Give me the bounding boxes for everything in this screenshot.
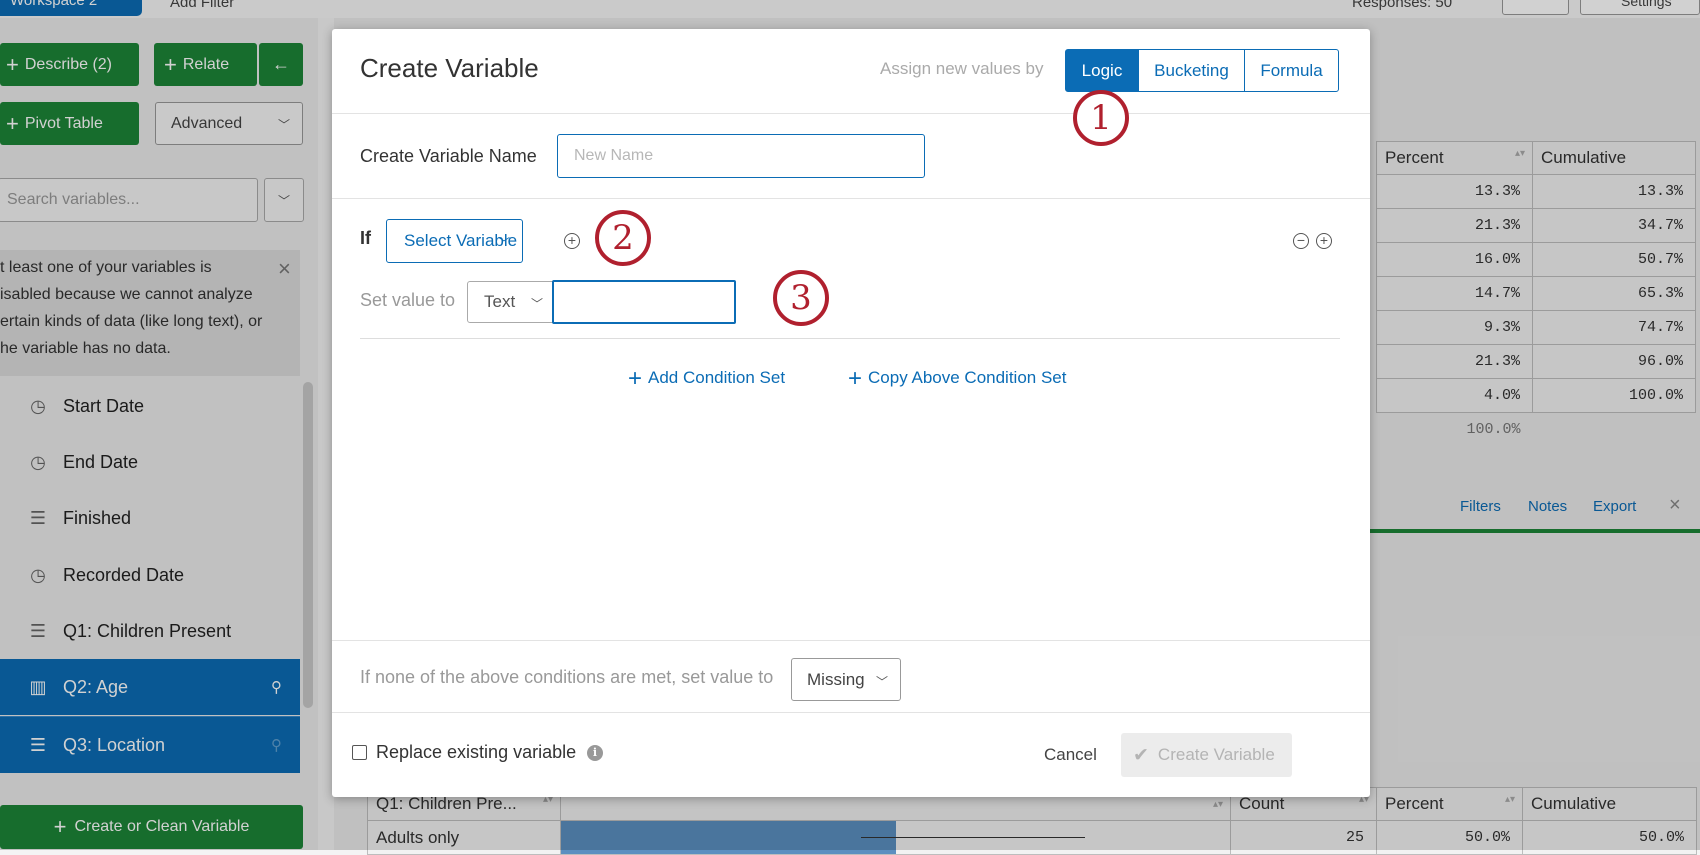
callout-marker: 1 — [1073, 90, 1129, 146]
divider — [332, 640, 1370, 641]
value-type-dropdown[interactable]: Text ﹀ — [467, 281, 553, 323]
default-value-dropdown[interactable]: Missing ﹀ — [791, 658, 901, 701]
modal-title: Create Variable — [360, 53, 539, 83]
plus-icon: + — [628, 365, 643, 392]
add-condition-set-button[interactable]: + Add Condition Set — [628, 365, 785, 393]
copy-condition-set-button[interactable]: + Copy Above Condition Set — [848, 365, 1066, 393]
chevron-down-icon: ﹀ — [875, 675, 888, 689]
divider — [332, 712, 1370, 713]
add-condition-set-icon[interactable]: + — [1316, 233, 1332, 249]
divider — [360, 338, 1340, 339]
tab-bucketing[interactable]: Bucketing — [1138, 49, 1245, 92]
create-variable-button[interactable]: ✔ Create Variable — [1121, 733, 1292, 777]
plus-icon: + — [848, 365, 863, 392]
set-value-input[interactable] — [552, 280, 736, 324]
replace-variable-checkbox[interactable] — [352, 745, 367, 760]
variable-name-label: Create Variable Name — [360, 146, 537, 166]
add-condition-set-label: Add Condition Set — [648, 368, 786, 387]
default-value-label: Missing — [807, 669, 865, 689]
remove-condition-set-icon[interactable]: − — [1293, 233, 1309, 249]
info-icon[interactable]: i — [587, 745, 603, 761]
create-variable-modal: Create Variable Assign new values by Log… — [332, 29, 1370, 797]
cancel-button[interactable]: Cancel — [1044, 745, 1097, 765]
callout-marker: 3 — [773, 270, 829, 326]
variable-name-input[interactable] — [557, 134, 925, 178]
chevron-down-icon: ﹀ — [497, 236, 510, 250]
divider — [332, 198, 1370, 199]
add-condition-icon[interactable]: + — [564, 233, 580, 249]
callout-marker: 2 — [595, 210, 651, 266]
replace-variable-label: Replace existing variable — [376, 742, 577, 762]
if-label: If — [360, 228, 371, 248]
divider — [332, 113, 1370, 114]
select-variable-dropdown[interactable]: Select Variable ﹀ — [386, 219, 523, 263]
assign-values-label: Assign new values by — [880, 59, 1044, 78]
chevron-down-icon: ﹀ — [530, 297, 543, 311]
value-type-label: Text — [484, 292, 516, 311]
tab-formula[interactable]: Formula — [1244, 49, 1339, 92]
tab-logic[interactable]: Logic — [1065, 49, 1139, 92]
create-variable-label: Create Variable — [1157, 745, 1275, 764]
default-value-label: If none of the above conditions are met,… — [360, 667, 774, 687]
set-value-label: Set value to — [360, 290, 456, 310]
checkmark-icon: ✔ — [1133, 744, 1149, 766]
copy-condition-set-label: Copy Above Condition Set — [868, 368, 1067, 387]
